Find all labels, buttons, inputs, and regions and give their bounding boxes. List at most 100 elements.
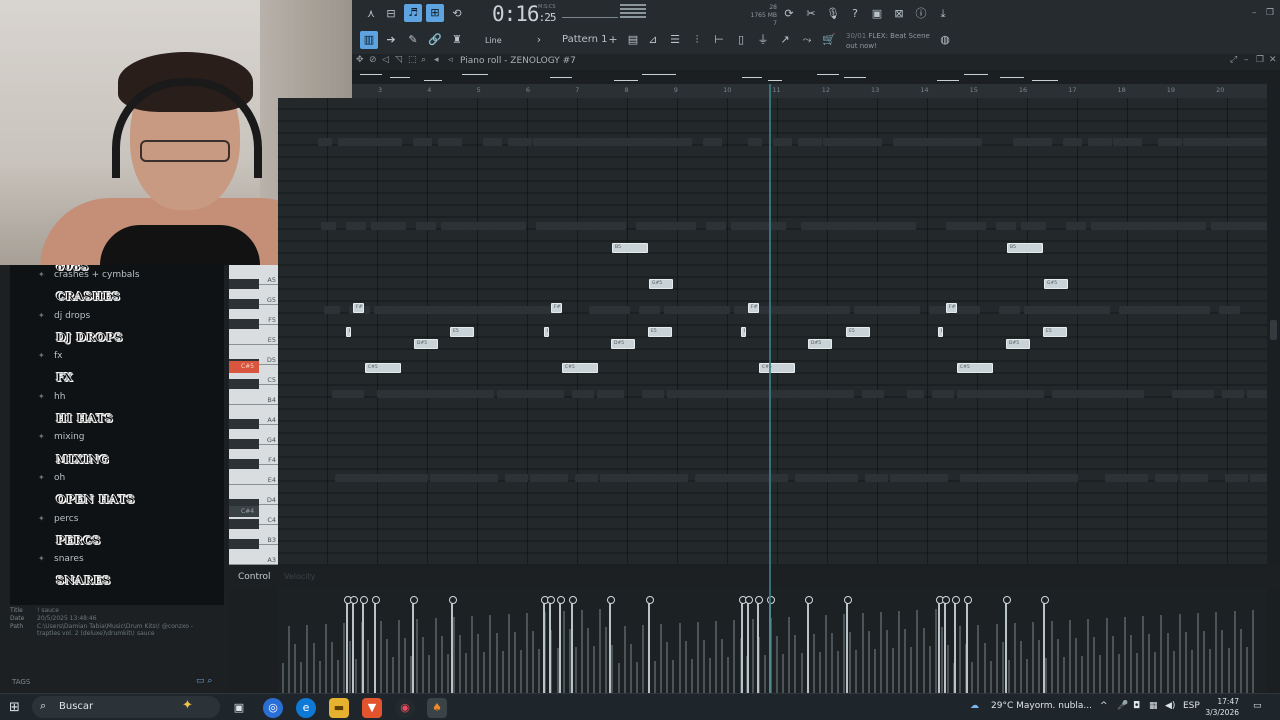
channel-rack-icon[interactable]: ☰ bbox=[666, 31, 684, 49]
velocity-bar[interactable] bbox=[372, 596, 380, 693]
download-icon[interactable]: ⤓ bbox=[934, 5, 952, 23]
note[interactable]: E5 bbox=[544, 327, 549, 337]
time-ruler[interactable]: 3 4 5 6 7 8 9 10 11 12 13 14 15 16 17 18 19 20 bbox=[352, 84, 1267, 98]
vertical-scrollbar[interactable] bbox=[1267, 98, 1280, 566]
note[interactable]: C#5 bbox=[957, 363, 993, 373]
weather-text[interactable]: 29°C Mayorm. nubla... bbox=[991, 701, 1092, 711]
typing-keyboard-icon[interactable]: ♬ bbox=[404, 4, 422, 22]
browser-folder[interactable]: ✦ fx bbox=[10, 346, 224, 366]
play-icon[interactable]: ◂ bbox=[434, 55, 439, 65]
note[interactable]: D#5 bbox=[808, 339, 832, 349]
app-tray-icon[interactable]: ◘ bbox=[1133, 701, 1140, 711]
browser-folder[interactable]: ✦ hh bbox=[10, 387, 224, 407]
browser-image-row[interactable]: CRASHES bbox=[10, 285, 224, 305]
browser-image-row[interactable]: FX bbox=[10, 366, 224, 386]
velocity-bar[interactable] bbox=[936, 596, 944, 693]
network-icon[interactable]: ▦ bbox=[1149, 701, 1158, 711]
pattern-selector[interactable]: Pattern 1 bbox=[562, 34, 608, 45]
browser-folder[interactable]: ✦ mixing bbox=[10, 427, 224, 447]
stop-icon[interactable]: ⊘ bbox=[369, 55, 377, 65]
velocity-bar[interactable] bbox=[942, 596, 950, 693]
note-grid[interactable]: B5 B5 G#5 G#5 F#5 F#5 F#5 F#5 E5 E5 E5 E5 E5 E5 E5 E5 D#… bbox=[278, 98, 1278, 564]
speaker-icon[interactable]: ◃ bbox=[448, 55, 453, 65]
browser-folder[interactable]: ✦ percs bbox=[10, 509, 224, 529]
undo-history-icon[interactable]: ⟳ bbox=[780, 5, 798, 23]
velocity-bar[interactable] bbox=[541, 596, 549, 693]
search-icon[interactable]: ▭ ⌕ bbox=[196, 676, 212, 686]
brush-icon[interactable]: ↗ bbox=[776, 31, 794, 49]
note[interactable]: E5 bbox=[938, 327, 943, 337]
restore-icon[interactable]: ❐ bbox=[1266, 8, 1274, 18]
velocity-bar[interactable] bbox=[449, 596, 457, 693]
magnet-icon[interactable]: ✥ bbox=[356, 55, 364, 65]
mute-icon[interactable]: ◁ bbox=[382, 55, 389, 65]
link-icon[interactable]: 🔗 bbox=[426, 31, 444, 49]
snap-select[interactable]: Line bbox=[485, 36, 502, 45]
note-overview[interactable] bbox=[352, 70, 1280, 84]
note[interactable]: C#5 bbox=[365, 363, 401, 373]
note[interactable]: F#5 bbox=[748, 303, 759, 313]
note[interactable]: E5 bbox=[648, 327, 672, 337]
black-key[interactable] bbox=[229, 519, 259, 529]
browser-folder[interactable]: ✦ oh bbox=[10, 468, 224, 488]
cut-icon[interactable]: ✂ bbox=[802, 5, 820, 23]
velocity-bar[interactable] bbox=[952, 596, 960, 693]
pencil-icon[interactable]: ✎ bbox=[404, 31, 422, 49]
recorder-icon[interactable]: ◉ bbox=[395, 698, 415, 718]
cart-icon[interactable]: 🛒 bbox=[820, 31, 838, 49]
black-key[interactable] bbox=[229, 439, 259, 449]
windows-start-icon[interactable]: ⊞ bbox=[9, 700, 20, 715]
browser-image-row[interactable]: DJ DROPS bbox=[10, 326, 224, 346]
stamp-icon[interactable]: ♜ bbox=[448, 31, 466, 49]
select-icon[interactable]: ⬚ bbox=[408, 55, 417, 65]
control-selector[interactable]: Control bbox=[238, 572, 271, 582]
note[interactable]: E5 bbox=[846, 327, 870, 337]
edge-icon[interactable]: e bbox=[296, 698, 316, 718]
minimize-icon[interactable]: – bbox=[1244, 55, 1249, 65]
touch-icon[interactable]: ⤳ bbox=[798, 31, 816, 49]
note[interactable]: D#5 bbox=[414, 339, 438, 349]
arrow-icon[interactable]: ➔ bbox=[382, 31, 400, 49]
detach-icon[interactable]: ⤢ bbox=[1230, 55, 1237, 65]
note[interactable]: B5 bbox=[612, 243, 648, 253]
mic-tray-icon[interactable]: 🎤 bbox=[1117, 701, 1128, 711]
velocity-bar[interactable] bbox=[805, 596, 813, 693]
brave-icon[interactable]: ▼ bbox=[362, 698, 382, 718]
plug-icon[interactable]: ⏚ bbox=[754, 31, 772, 49]
browser-tree-icon[interactable]: ⊢ bbox=[710, 31, 728, 49]
note[interactable]: D#5 bbox=[1006, 339, 1030, 349]
velocity-bar[interactable] bbox=[1041, 596, 1049, 693]
velocity-bar[interactable] bbox=[607, 596, 615, 693]
velocity-bar[interactable] bbox=[344, 596, 352, 693]
black-key[interactable] bbox=[229, 459, 259, 469]
velocity-bar[interactable] bbox=[745, 596, 753, 693]
wait-input-icon[interactable]: ⊟ bbox=[382, 5, 400, 23]
task-view-icon[interactable]: ▣ bbox=[229, 698, 249, 718]
velocity-lane[interactable] bbox=[278, 588, 1267, 693]
close-icon[interactable]: ✕ bbox=[1269, 55, 1277, 65]
piano-roll-title[interactable]: Piano roll - ZENOLOGY #7 bbox=[460, 56, 576, 66]
clock[interactable]: 17:47 3/3/2026 bbox=[1195, 696, 1239, 718]
black-key[interactable] bbox=[229, 299, 259, 309]
playhead[interactable] bbox=[769, 84, 771, 696]
velocity-bar[interactable] bbox=[410, 596, 418, 693]
microphone-icon[interactable]: 🎙 bbox=[824, 5, 842, 23]
note[interactable]: F#5 bbox=[551, 303, 562, 313]
step-sequencer-icon[interactable]: ⊿ bbox=[644, 31, 662, 49]
piano-keyboard[interactable]: A5 G5 F5 E5 D5 C5 B4 A4 G4 F4 E4 D4 C4 B3 A3 C#5 C#4 bbox=[229, 265, 278, 565]
info-icon[interactable]: ⓘ bbox=[912, 5, 930, 23]
browser-list[interactable]: 808S ✦ crashes + cymbals CRASHES ✦ dj drops D… bbox=[10, 265, 224, 605]
note[interactable]: G#5 bbox=[649, 279, 673, 289]
browser-image-row[interactable]: OPEN HATS bbox=[10, 488, 224, 508]
minimize-icon[interactable]: – bbox=[1252, 8, 1257, 18]
browser-image-row[interactable]: MIXING bbox=[10, 448, 224, 468]
chevron-right-icon[interactable]: › bbox=[530, 31, 548, 49]
browser-image-row[interactable]: PERCS bbox=[10, 529, 224, 549]
plugin-icon[interactable]: ⊠ bbox=[890, 5, 908, 23]
browser-folder[interactable]: ✦ crashes + cymbals bbox=[10, 265, 224, 285]
taskbar-search[interactable]: ⌕ Buscar ✦ bbox=[32, 696, 220, 718]
piano-roll-mode-icon[interactable]: ▥ bbox=[360, 31, 378, 49]
velocity-bar[interactable] bbox=[646, 596, 654, 693]
browser-image-row[interactable]: HI HATS bbox=[10, 407, 224, 427]
file-explorer-icon[interactable]: ▬ bbox=[329, 698, 349, 718]
